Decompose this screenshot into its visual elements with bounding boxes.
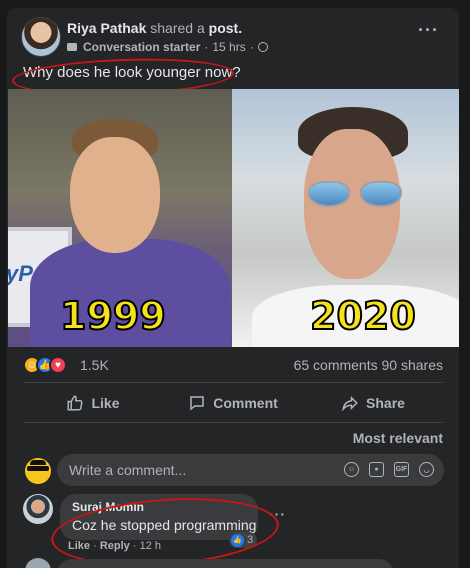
comment-button[interactable]: Comment bbox=[163, 386, 303, 420]
commenter-avatar[interactable] bbox=[23, 494, 53, 524]
sticker-icon[interactable]: ◡ bbox=[419, 462, 434, 477]
share-button[interactable]: Share bbox=[303, 386, 443, 420]
gif-icon[interactable]: GIF bbox=[394, 462, 409, 477]
shared-post-link[interactable]: post. bbox=[209, 20, 242, 36]
comment-composer: ☺ ● GIF ◡ bbox=[57, 454, 444, 486]
love-icon: ♥ bbox=[49, 356, 67, 374]
like-button[interactable]: Like bbox=[23, 386, 163, 420]
composer-icons: ☺ ● GIF ◡ bbox=[344, 462, 434, 477]
reaction-icons[interactable]: ☺ 👍 ♥ bbox=[23, 356, 67, 374]
action-bar: Like Comment Share bbox=[23, 386, 443, 420]
next-commenter-avatar[interactable] bbox=[25, 558, 51, 568]
thumbs-up-icon bbox=[67, 395, 83, 411]
shares-count[interactable]: 90 shares bbox=[382, 357, 443, 373]
badge-icon bbox=[67, 43, 77, 51]
post-header: Riya Pathak shared a post. bbox=[67, 20, 242, 36]
reaction-count[interactable]: 1.5K bbox=[80, 357, 109, 373]
photo-right: 2020 bbox=[232, 89, 459, 347]
divider bbox=[23, 382, 443, 383]
current-user-avatar[interactable] bbox=[25, 458, 51, 484]
post-card: Riya Pathak shared a post. Conversation … bbox=[7, 8, 459, 568]
post-options-button[interactable]: ··· bbox=[418, 20, 439, 41]
write-comment-input[interactable] bbox=[69, 454, 319, 486]
reaction-summary: ☺ 👍 ♥ 1.5K 65 comments 90 shares bbox=[23, 356, 443, 376]
comment-icon bbox=[190, 396, 204, 411]
camera-icon[interactable]: ● bbox=[369, 462, 384, 477]
emoji-icon[interactable]: ☺ bbox=[344, 462, 359, 477]
sunglasses-left-lens bbox=[308, 181, 350, 207]
globe-icon bbox=[257, 42, 268, 52]
post-image[interactable]: yPal 1999 2020 bbox=[8, 89, 459, 347]
divider bbox=[23, 422, 443, 423]
comment-share-stats: 65 comments 90 shares bbox=[294, 357, 443, 373]
year-label-right: 2020 bbox=[309, 293, 417, 339]
sort-comments-dropdown[interactable]: Most relevant bbox=[353, 430, 443, 446]
post-time[interactable]: 15 hrs bbox=[212, 40, 245, 54]
shared-text: shared a bbox=[150, 20, 205, 36]
conversation-badge: Conversation starter bbox=[83, 40, 201, 54]
next-comment-bubble bbox=[57, 559, 394, 568]
share-icon bbox=[342, 395, 358, 412]
post-meta: Conversation starter · 15 hrs · bbox=[67, 40, 268, 54]
photo-left: yPal 1999 bbox=[8, 89, 232, 347]
sunglasses-right-lens bbox=[360, 181, 402, 207]
comments-count[interactable]: 65 comments bbox=[294, 357, 378, 373]
author-avatar[interactable] bbox=[21, 17, 61, 57]
year-label-left: 1999 bbox=[59, 293, 167, 339]
author-name[interactable]: Riya Pathak bbox=[67, 20, 146, 36]
